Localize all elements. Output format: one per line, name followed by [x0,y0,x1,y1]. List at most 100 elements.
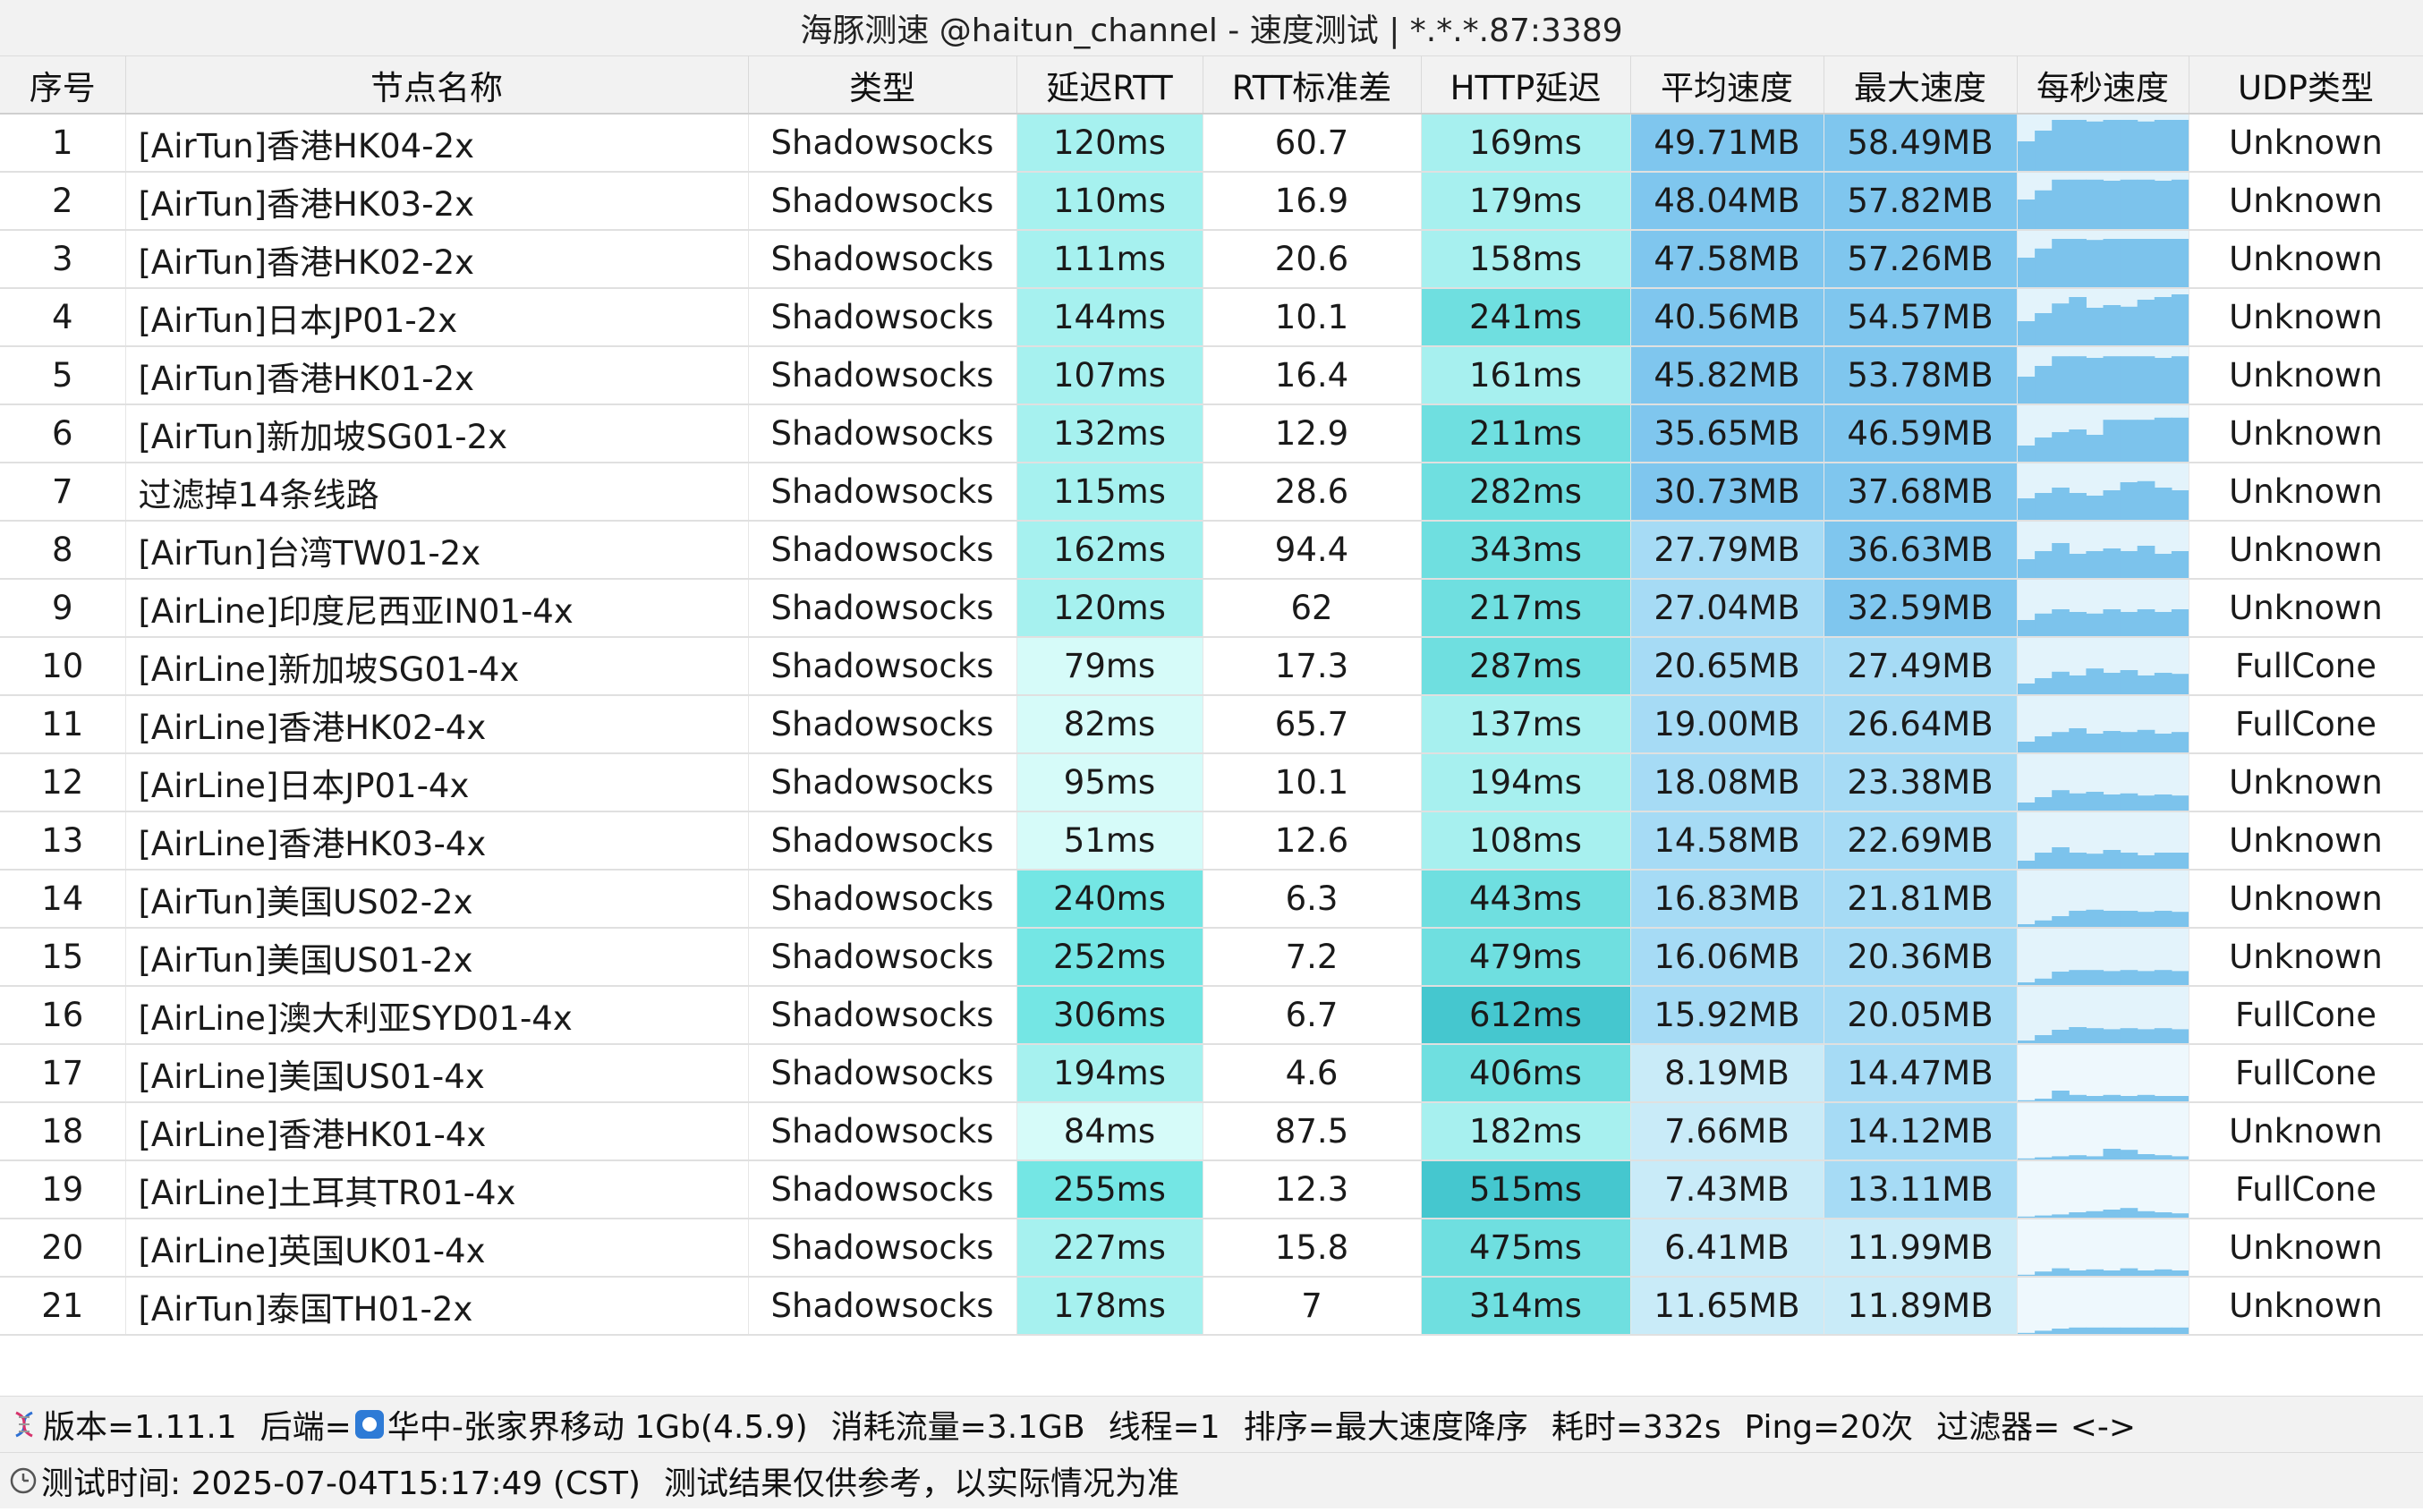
sparkline-bar [2120,732,2138,752]
table-row[interactable]: 1 [AirTun]香港HK04-2x Shadowsocks 120ms 60.7 16… [0,114,2423,173]
sparkline-bar [2154,554,2172,577]
cell-http-latency: 282ms [1421,463,1631,522]
header-http-latency[interactable]: HTTP延迟 [1421,56,1631,115]
sparkline-bar [2137,121,2155,170]
clock-icon [9,1466,38,1495]
cell-rtt-sd: 87.5 [1203,1102,1422,1161]
header-max-speed[interactable]: 最大速度 [1824,56,2018,115]
sparkline-bar [2068,793,2087,810]
sparkline-bar [2137,300,2155,344]
sparkline-bar [2017,446,2036,461]
header-udp-type[interactable]: UDP类型 [2189,56,2423,115]
table-row[interactable]: 14 [AirTun]美国US02-2x Shadowsocks 240ms 6.3 44… [0,870,2423,929]
sparkline-bar [2120,1028,2138,1042]
sparkline-bar [2120,1208,2138,1217]
header-rtt[interactable]: 延迟RTT [1016,56,1203,115]
sparkline-bar [2103,1327,2121,1333]
cell-rtt-sd: 94.4 [1203,521,1422,580]
sparkline-bar [2154,239,2172,286]
cell-avg-speed: 11.65MB [1630,1277,1824,1336]
backend-label: 后端= [259,1409,352,1446]
sparkline-bar [2085,358,2104,403]
speed-sparkline [2017,179,2188,228]
cell-udp-type: Unknown [2189,928,2423,987]
sparkline-bar [2068,1027,2087,1042]
traffic-label: 消耗流量=3.1GB [830,1409,1085,1446]
sparkline-bar [2171,551,2188,577]
backend-info: 后端= 华中-张家界移动 1Gb(4.5.9) [260,1401,808,1448]
table-row[interactable]: 5 [AirTun]香港HK01-2x Shadowsocks 107ms 16.4 16… [0,346,2423,405]
cell-rtt-sd: 15.8 [1203,1219,1422,1278]
header-avg-speed[interactable]: 平均速度 [1630,56,1824,115]
table-row[interactable]: 20 [AirLine]英国UK01-4x Shadowsocks 227ms 15.8… [0,1219,2423,1278]
table-row[interactable]: 3 [AirTun]香港HK02-2x Shadowsocks 111ms 20.6 15… [0,230,2423,289]
cell-type: Shadowsocks [748,1277,1017,1336]
cell-type: Shadowsocks [748,1044,1017,1103]
table-row[interactable]: 8 [AirTun]台湾TW01-2x Shadowsocks 162ms 94.4 34… [0,521,2423,580]
sparkline-bar [2085,551,2104,577]
sparkline-bar [2051,671,2070,693]
table-row[interactable]: 7 过滤掉14条线路 Shadowsocks 115ms 28.6 282ms 30.73M… [0,463,2423,522]
sparkline-bar [2051,790,2070,810]
header-per-second-speed[interactable]: 每秒速度 [2017,56,2189,115]
table-row[interactable]: 6 [AirTun]新加坡SG01-2x Shadowsocks 132ms 12.9 2… [0,404,2423,463]
cell-avg-speed: 35.65MB [1630,404,1824,463]
sparkline-bar [2068,728,2087,752]
table-row[interactable]: 16 [AirLine]澳大利亚SYD01-4x Shadowsocks 306ms 6… [0,986,2423,1045]
cell-http-latency: 612ms [1421,986,1631,1045]
cell-per-second-speed [2017,1219,2189,1278]
sparkline-bar [2137,795,2155,810]
sparkline-bar [2154,488,2172,519]
cell-udp-type: Unknown [2189,346,2423,405]
header-rtt-sd[interactable]: RTT标准差 [1203,56,1422,115]
sparkline-bar [2068,1212,2087,1217]
header-index[interactable]: 序号 [0,56,126,115]
cell-rtt-sd: 28.6 [1203,463,1422,522]
sparkline-bar [2017,803,2036,810]
sparkline-bar [2034,797,2053,810]
table-row[interactable]: 12 [AirLine]日本JP01-4x Shadowsocks 95ms 10.1 1… [0,753,2423,812]
cell-index: 3 [0,230,126,289]
table-row[interactable]: 17 [AirLine]美国US01-4x Shadowsocks 194ms 4.6 4… [0,1044,2423,1103]
cell-http-latency: 343ms [1421,521,1631,580]
table-row[interactable]: 15 [AirTun]美国US01-2x Shadowsocks 252ms 7.2 47… [0,928,2423,987]
cell-type: Shadowsocks [748,463,1017,522]
table-row[interactable]: 11 [AirLine]香港HK02-4x Shadowsocks 82ms 65.7 1… [0,695,2423,754]
sparkline-bar [2018,1100,2036,1101]
table-row[interactable]: 18 [AirLine]香港HK01-4x Shadowsocks 84ms 87.5 1… [0,1102,2423,1161]
sparkline-bar [2051,356,2070,403]
speed-sparkline [2017,909,2188,926]
cell-node-name: [AirTun]台湾TW01-2x [125,521,749,580]
sparkline-bar [2154,417,2172,461]
cell-per-second-speed [2017,172,2189,231]
table-row[interactable]: 9 [AirLine]印度尼西亚IN01-4x Shadowsocks 120ms 62… [0,579,2423,638]
cell-rtt: 79ms [1016,637,1203,696]
cell-max-speed: 53.78MB [1824,346,2018,405]
table-row[interactable]: 2 [AirTun]香港HK03-2x Shadowsocks 110ms 16.9 17… [0,172,2423,231]
cell-udp-type: FullCone [2189,1044,2423,1103]
header-node-name[interactable]: 节点名称 [125,56,749,115]
table-row[interactable]: 21 [AirTun]泰国TH01-2x Shadowsocks 178ms 7 314m… [0,1277,2423,1336]
sparkline-bar [2120,420,2138,461]
cell-max-speed: 46.59MB [1824,404,2018,463]
table-row[interactable]: 10 [AirLine]新加坡SG01-4x Shadowsocks 79ms 17.3… [0,637,2423,696]
sparkline-bar [2171,1096,2188,1100]
table-row[interactable]: 19 [AirLine]土耳其TR01-4x Shadowsocks 255ms 12.… [0,1160,2423,1219]
table-row[interactable]: 4 [AirTun]日本JP01-2x Shadowsocks 144ms 10.1 24… [0,288,2423,347]
sparkline-bar [2051,1268,2070,1275]
cell-rtt: 82ms [1016,695,1203,754]
ping-label: Ping=20次 [1744,1409,1914,1446]
cell-http-latency: 314ms [1421,1277,1631,1336]
header-type[interactable]: 类型 [748,56,1017,115]
sparkline-bar [2120,1150,2138,1159]
cell-rtt: 144ms [1016,288,1203,347]
cell-rtt-sd: 60.7 [1203,114,1422,173]
cell-avg-speed: 40.56MB [1630,288,1824,347]
cell-rtt-sd: 17.3 [1203,637,1422,696]
disclaimer-label: 测试结果仅供参考，以实际情况为准 [663,1465,1179,1502]
sparkline-bar [2085,121,2104,170]
sparkline-bar [2103,1210,2121,1217]
cell-rtt-sd: 16.4 [1203,346,1422,405]
table-row[interactable]: 13 [AirLine]香港HK03-4x Shadowsocks 51ms 12.6 1… [0,811,2423,871]
cell-node-name: [AirLine]日本JP01-4x [125,753,749,812]
